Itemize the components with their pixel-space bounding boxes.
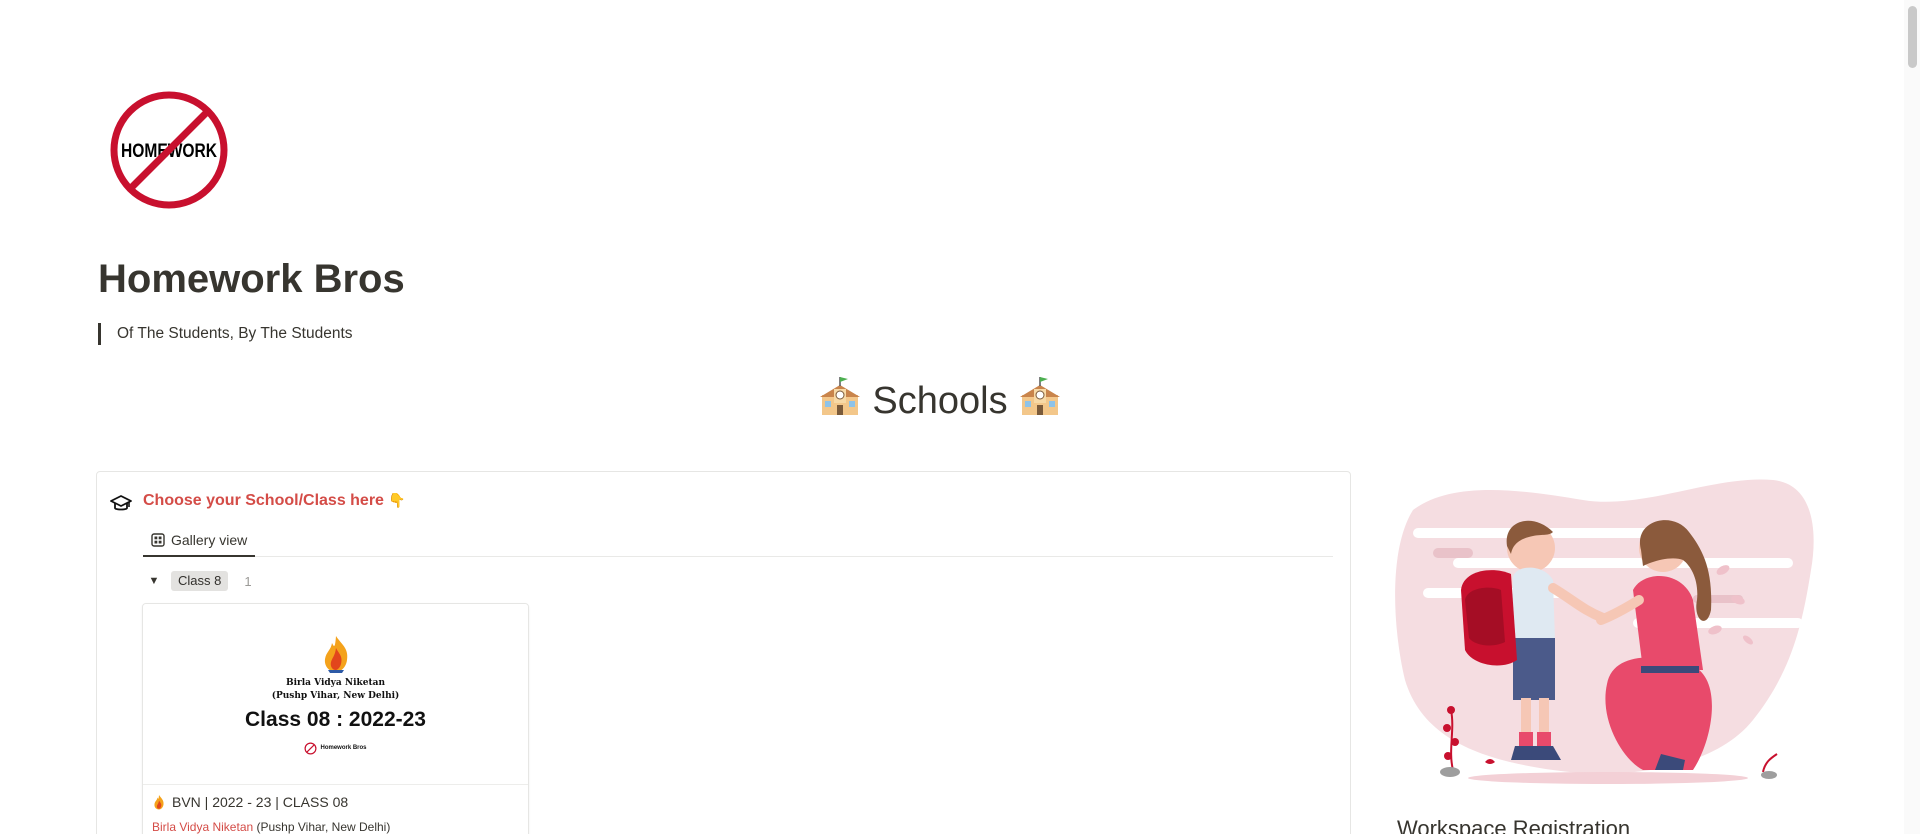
gallery-card[interactable]: Birla Vidya Niketan (Pushp Vihar, New De… [142, 603, 529, 834]
card-title[interactable]: BVN | 2022 - 23 | CLASS 08 [152, 794, 348, 810]
scrollbar-thumb[interactable] [1908, 6, 1917, 68]
school-icon [819, 377, 860, 415]
school-database-callout: Choose your School/Class here 👇 Gallery v… [96, 471, 1351, 834]
cover-location: (Pushp Vihar, New Delhi) [271, 691, 400, 701]
card-school-location: (Pushp Vihar, New Delhi) [253, 820, 391, 834]
card-cover: Birla Vidya Niketan (Pushp Vihar, New De… [143, 604, 528, 785]
graduation-cap-icon[interactable] [109, 492, 133, 516]
cover-brand-text: Homework Bros [320, 745, 367, 751]
mother-and-child-illustration [1393, 470, 1819, 790]
group-count: 1 [244, 573, 252, 589]
no-homework-icon [304, 742, 317, 754]
no-homework-icon[interactable]: HOMEWORK [106, 87, 232, 213]
tab-gallery-view-label: Gallery view [171, 531, 248, 548]
database-title[interactable]: Choose your School/Class here 👇 [143, 492, 405, 510]
flame-icon [154, 795, 164, 810]
group-toggle-icon[interactable]: ▼ [147, 575, 161, 587]
view-tabs: Gallery view [143, 524, 1333, 557]
group-tag: Class 8 [171, 571, 229, 591]
card-title-text: BVN | 2022 - 23 | CLASS 08 [172, 794, 349, 810]
workspace-registration-heading[interactable]: Workspace Registration [1397, 814, 1630, 834]
cover-class-line: Class 08 : 2022-23 [245, 708, 426, 731]
cover-school-name: Birla Vidya Niketan [285, 678, 386, 688]
gallery-grid-icon [151, 532, 165, 547]
group-header-class-8: ▼ Class 8 1 [147, 569, 252, 593]
notion-page: HOMEWORK Homework Bros Of The Students, … [0, 0, 1920, 834]
card-property-school: Birla Vidya Niketan (Pushp Vihar, New De… [152, 820, 390, 834]
tab-gallery-view[interactable]: Gallery view [143, 524, 256, 557]
database-title-text: Choose your School/Class here [143, 492, 384, 509]
page-quote[interactable]: Of The Students, By The Students [98, 323, 353, 345]
page-scrollbar[interactable] [1904, 0, 1920, 834]
flame-logo-icon [324, 636, 348, 673]
school-icon [1020, 377, 1061, 415]
page-title[interactable]: Homework Bros [98, 257, 405, 302]
cover-brand: Homework Bros [143, 741, 528, 755]
schools-heading-text: Schools [872, 380, 1008, 422]
point-down-icon: 👇 [387, 492, 406, 508]
card-school-link[interactable]: Birla Vidya Niketan [152, 820, 253, 834]
schools-heading[interactable]: Schools [0, 375, 1880, 427]
